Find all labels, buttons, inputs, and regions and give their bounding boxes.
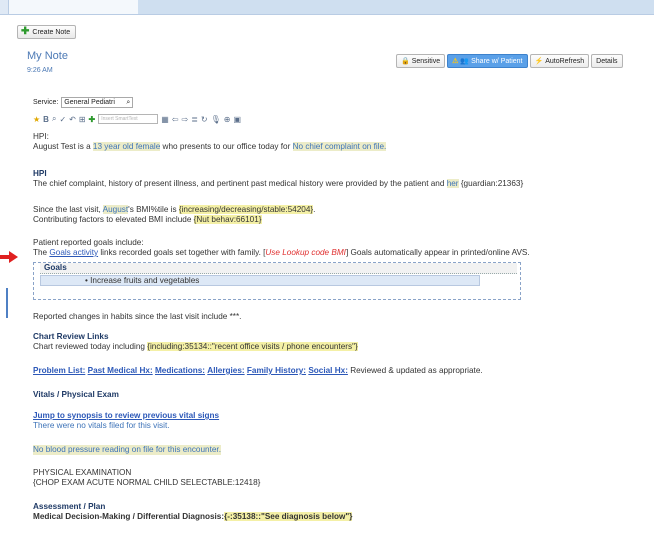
plus-icon: ✚ xyxy=(21,26,30,37)
lookup-code-text: Use Lookup code BMI xyxy=(265,248,346,257)
links-tail-text: Reviewed & updated as appropriate. xyxy=(347,366,483,375)
vitals-heading: Vitals / Physical Exam xyxy=(33,390,119,399)
vitals-none-text: There were no vitals filed for this visi… xyxy=(33,421,170,430)
bold-icon[interactable]: B xyxy=(43,115,49,124)
family-history-link[interactable]: Family History: xyxy=(247,366,306,375)
hpi-paragraph: The chief complaint, history of present … xyxy=(33,179,523,189)
goals-activity-link[interactable]: Goals activity xyxy=(49,248,98,257)
assessment-plan-heading: Assessment / Plan xyxy=(33,502,106,511)
lock-icon: 🔒 xyxy=(401,58,410,65)
contributing-token: {Nut behav:66101} xyxy=(193,215,262,224)
service-label: Service: xyxy=(33,99,59,106)
goal-item: Increase fruits and vegetables xyxy=(90,276,200,285)
habits-line: Reported changes in habits since the las… xyxy=(33,312,242,321)
physical-exam-token: {CHOP EXAM ACUTE NORMAL CHILD SELECTABLE… xyxy=(33,478,261,487)
pronoun-token: her xyxy=(446,179,459,188)
bmi-line: Since the last visit, August's BMI%tile … xyxy=(33,205,315,215)
age-token: 13 year old female xyxy=(92,142,161,151)
chart-review-text: Chart reviewed today including xyxy=(33,342,148,351)
vitals-synopsis-link[interactable]: Jump to synopsis to review previous vita… xyxy=(33,411,219,421)
sensitive-label: Sensitive xyxy=(411,57,441,65)
hpi-text: August Test is a xyxy=(33,142,93,151)
mdm-token: {-:35138::"See diagnosis below"} xyxy=(224,512,353,521)
red-arrow-indicator xyxy=(0,251,18,263)
search-icon: ⌕ xyxy=(126,98,131,106)
details-label: Details xyxy=(596,57,618,65)
share-label: Share w/ Patient xyxy=(471,57,523,65)
share-with-patient-button[interactable]: ⚠ 👥 Share w/ Patient xyxy=(447,54,528,68)
left-arrow-icon[interactable]: ⇦ xyxy=(172,115,179,124)
star-icon[interactable]: ★ xyxy=(33,115,40,124)
share-icon: 👥 xyxy=(460,58,470,65)
bmi-text: Since the last visit, xyxy=(33,205,103,214)
lightning-icon: ⚡ xyxy=(534,58,544,65)
note-time: 9:26 AM xyxy=(27,67,53,74)
chief-complaint-token: No chief complaint on file. xyxy=(292,142,387,151)
link-icon[interactable]: ⊕ xyxy=(224,115,231,124)
table-icon[interactable]: ▦ xyxy=(161,115,169,124)
hpi-line: August Test is a 13 year old female who … xyxy=(33,142,387,152)
top-tab-strip xyxy=(0,0,654,15)
guardian-token: {guardian:21363} xyxy=(458,179,524,188)
goals-text-2: links recorded goals set together with f… xyxy=(98,248,266,257)
hpi-label: HPI: xyxy=(33,132,49,141)
allergies-link[interactable]: Allergies: xyxy=(207,366,244,375)
spellcheck-icon[interactable]: ✓ xyxy=(59,115,66,124)
details-button[interactable]: Details xyxy=(591,54,623,68)
active-tab[interactable] xyxy=(8,0,140,15)
editor-toolbar: ★ B ⌕ ✓ ↶ ⊞ ✚ Insert SmartText ▦ ⇦ ⇨ ≣ ↻… xyxy=(33,114,241,124)
autorefresh-label: AutoRefresh xyxy=(545,57,585,65)
refresh-icon[interactable]: ↻ xyxy=(201,115,208,124)
hpi-paragraph-text: The chief complaint, history of present … xyxy=(33,179,447,188)
mdm-label: Medical Decision-Making / Differential D… xyxy=(33,512,225,521)
blood-pressure-text: No blood pressure reading on file for th… xyxy=(33,445,221,455)
add-icon[interactable]: ✚ xyxy=(89,115,96,124)
warning-icon: ⚠ xyxy=(452,58,459,65)
patient-name-token: August xyxy=(102,205,129,214)
goals-table: Goals • Increase fruits and vegetables xyxy=(33,262,521,300)
autorefresh-button[interactable]: ⚡ AutoRefresh xyxy=(529,54,590,68)
goals-text: The xyxy=(33,248,50,257)
inactive-tab-area xyxy=(138,0,654,14)
service-value: General Pediatri xyxy=(64,99,115,106)
goals-text-3: ] Goals automatically appear in printed/… xyxy=(345,248,530,257)
medications-link[interactable]: Medications: xyxy=(155,366,205,375)
insert-icon[interactable]: ⊞ xyxy=(79,115,86,124)
bmi-token: {increasing/decreasing/stable:54204} xyxy=(178,205,314,214)
hpi-text-2: who presents to our office today for xyxy=(160,142,293,151)
bmi-text-2: 's BMI%tile is xyxy=(128,205,179,214)
sensitive-button[interactable]: 🔒 Sensitive xyxy=(396,54,446,68)
bmi-text-3: . xyxy=(313,205,316,214)
contributing-text: Contributing factors to elevated BMI inc… xyxy=(33,215,194,224)
chart-review-line: Chart reviewed today including {includin… xyxy=(33,342,358,352)
create-note-button[interactable]: ✚ Create Note xyxy=(17,25,77,39)
smarttext-input[interactable]: Insert SmartText xyxy=(98,114,159,124)
create-note-label: Create Note xyxy=(32,28,71,36)
right-arrow-icon[interactable]: ⇨ xyxy=(182,115,189,124)
find-icon[interactable]: ⌕ xyxy=(52,114,56,124)
hpi-heading: HPI xyxy=(33,169,47,178)
goals-table-row: • Increase fruits and vegetables xyxy=(40,275,480,286)
goals-intro: Patient reported goals include: xyxy=(33,238,144,247)
goals-line: The Goals activity links recorded goals … xyxy=(33,248,530,258)
image-icon[interactable]: ▣ xyxy=(233,115,241,124)
chart-review-heading: Chart Review Links xyxy=(33,332,109,341)
side-accent-bar xyxy=(6,288,8,318)
social-hx-link[interactable]: Social Hx: xyxy=(308,366,348,375)
chart-review-token: {including:35134::"recent office visits … xyxy=(147,342,358,351)
problem-list-link[interactable]: Problem List: xyxy=(33,366,85,375)
note-actions: 🔒 Sensitive ⚠ 👥 Share w/ Patient ⚡ AutoR… xyxy=(396,54,623,68)
contributing-line: Contributing factors to elevated BMI inc… xyxy=(33,215,262,225)
service-field[interactable]: General Pediatri ⌕ xyxy=(61,97,134,108)
microphone-icon[interactable]: 🎙 xyxy=(211,115,221,124)
undo-icon[interactable]: ↶ xyxy=(69,115,76,124)
list-icon[interactable]: ≣ xyxy=(191,115,198,124)
mdm-line: Medical Decision-Making / Differential D… xyxy=(33,512,353,522)
goals-table-header: Goals xyxy=(40,263,517,274)
service-row: Service: General Pediatri ⌕ xyxy=(33,97,134,108)
chart-links-row: Problem List: Past Medical Hx: Medicatio… xyxy=(33,366,483,376)
physical-exam-heading: PHYSICAL EXAMINATION xyxy=(33,468,132,477)
past-medical-hx-link[interactable]: Past Medical Hx: xyxy=(88,366,153,375)
